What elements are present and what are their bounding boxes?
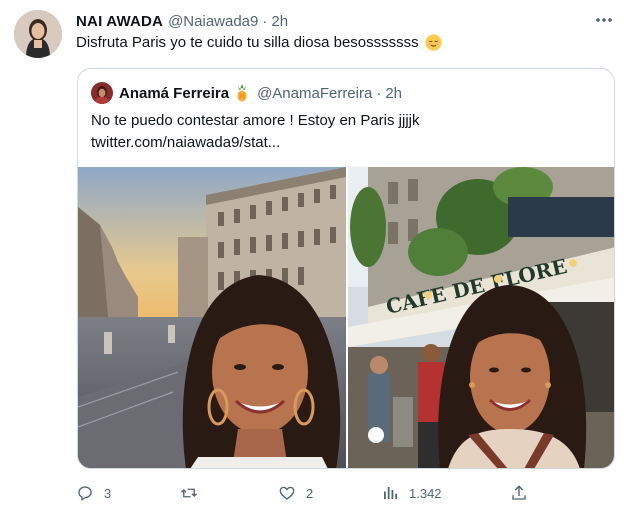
quoted-user-avatar [91, 82, 113, 104]
reply-icon [78, 486, 92, 501]
display-name[interactable]: NAI AWADA [76, 13, 163, 30]
quoted-tweet-header: Anamá Ferreira @AnamaFerreira · 2h [91, 81, 402, 105]
relieved-face-emoji-icon [425, 34, 442, 51]
pineapple-emoji-icon [237, 84, 247, 102]
tweet-header: NAI AWADA @Naiawada9 · 2h [76, 11, 288, 31]
quoted-timestamp: 2h [385, 84, 403, 102]
timestamp[interactable]: 2h [271, 13, 288, 30]
share-button[interactable] [510, 482, 538, 504]
quoted-display-name: Anamá Ferreira [119, 84, 230, 102]
tweet-actions: 3 2 1.342 [76, 482, 536, 504]
reply-count: 3 [104, 485, 112, 501]
views-button[interactable]: 1.342 [381, 482, 442, 504]
quoted-tweet[interactable]: Anamá Ferreira @AnamaFerreira · 2h No te… [77, 68, 615, 469]
like-count: 2 [306, 485, 314, 501]
photo-cafe-de-flore[interactable]: CAFE DE FLORE [348, 167, 614, 468]
more-options-icon[interactable] [594, 13, 614, 27]
quoted-separator-dot: · [376, 84, 382, 102]
tweet-text: Disfruta Paris yo te cuido tu silla dios… [76, 34, 442, 51]
views-icon [384, 487, 398, 499]
like-button[interactable]: 2 [278, 482, 313, 504]
user-handle[interactable]: @Naiawada9 [168, 13, 258, 30]
retweet-icon [181, 488, 197, 498]
quoted-link[interactable]: twitter.com/naiawada9/stat... [91, 132, 420, 154]
reply-button[interactable]: 3 [76, 482, 111, 504]
separator-dot: · [262, 12, 268, 30]
user-avatar[interactable] [14, 10, 62, 58]
retweet-button[interactable] [180, 482, 208, 504]
quoted-user-handle: @AnamaFerreira [257, 84, 373, 102]
views-count: 1.342 [409, 485, 442, 501]
quoted-text-line: No te puedo contestar amore ! Estoy en P… [91, 112, 420, 129]
tweet[interactable]: NAI AWADA @Naiawada9 · 2h Disfruta Paris… [0, 0, 638, 515]
quoted-tweet-text: No te puedo contestar amore ! Estoy en P… [91, 110, 420, 154]
share-icon [512, 485, 526, 500]
like-icon [279, 486, 295, 500]
photo-paris-street[interactable] [78, 167, 346, 468]
tweet-text-content: Disfruta Paris yo te cuido tu silla dios… [76, 34, 419, 51]
